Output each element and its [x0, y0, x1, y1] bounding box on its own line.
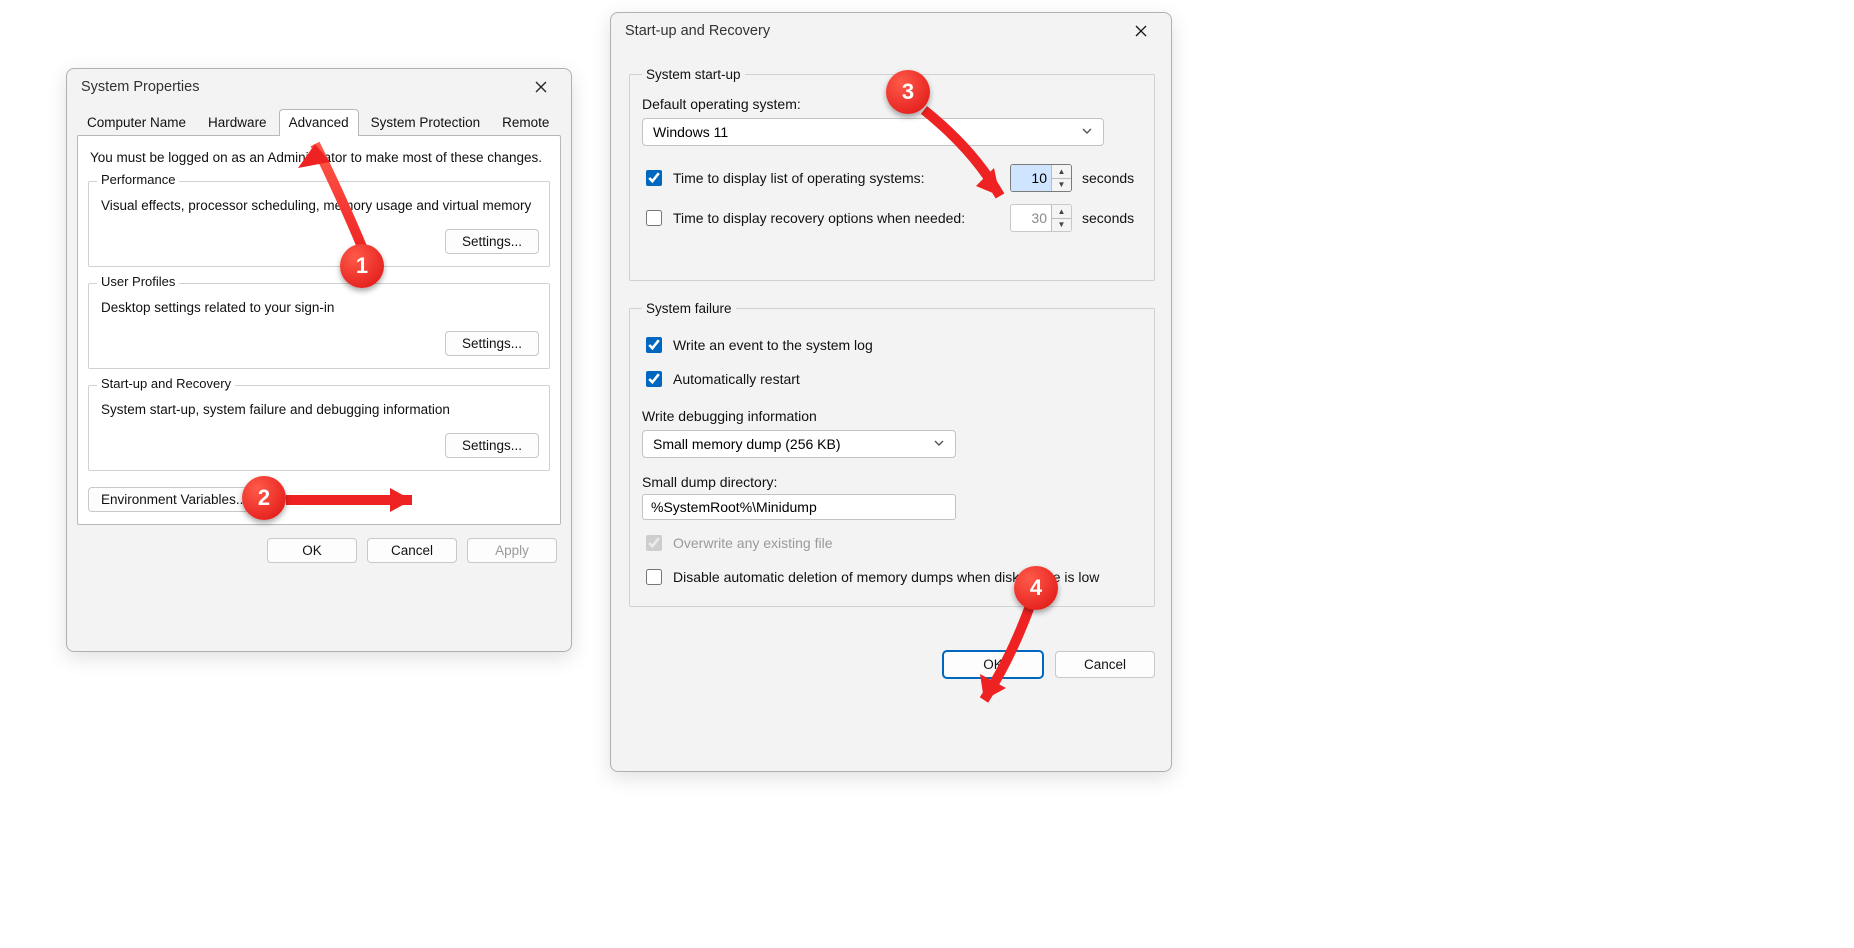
- tab-hardware[interactable]: Hardware: [198, 109, 277, 136]
- auto-restart-label: Automatically restart: [673, 371, 800, 387]
- debug-type-dropdown[interactable]: Small memory dump (256 KB): [642, 430, 956, 458]
- display-list-spinner[interactable]: 10 ▲▼: [1010, 164, 1072, 192]
- dialog-footer: OK Cancel Apply: [67, 530, 571, 577]
- annotation-marker-2: 2: [242, 476, 286, 520]
- group-startup-recovery: Start-up and Recovery System start-up, s…: [88, 385, 550, 471]
- tab-remote[interactable]: Remote: [492, 109, 559, 136]
- legend-performance: Performance: [97, 172, 179, 187]
- write-event-checkbox[interactable]: [646, 337, 662, 353]
- system-properties-dialog: System Properties Computer Name Hardware…: [66, 68, 572, 652]
- cancel-button[interactable]: Cancel: [367, 538, 457, 563]
- display-recovery-label: Time to display recovery options when ne…: [673, 210, 965, 226]
- display-list-label: Time to display list of operating system…: [673, 170, 925, 186]
- titlebar: Start-up and Recovery: [611, 13, 1171, 49]
- spinner-buttons[interactable]: ▲▼: [1051, 205, 1071, 231]
- write-debug-label: Write debugging information: [642, 408, 1142, 424]
- desc-startup-recovery: System start-up, system failure and debu…: [99, 394, 539, 433]
- settings-user-profiles-button[interactable]: Settings...: [445, 331, 539, 356]
- annotation-marker-1: 1: [340, 244, 384, 288]
- desc-user-profiles: Desktop settings related to your sign-in: [99, 292, 539, 331]
- write-event-label: Write an event to the system log: [673, 337, 873, 353]
- dump-dir-label: Small dump directory:: [642, 474, 1142, 490]
- default-os-value: Windows 11: [653, 124, 728, 140]
- disable-auto-delete-checkbox[interactable]: [646, 569, 662, 585]
- close-icon: [535, 81, 547, 93]
- cancel-button[interactable]: Cancel: [1055, 651, 1155, 678]
- environment-variables-button[interactable]: Environment Variables...: [88, 487, 260, 512]
- legend-startup-recovery: Start-up and Recovery: [97, 376, 235, 391]
- display-recovery-spinner[interactable]: 30 ▲▼: [1010, 204, 1072, 232]
- tab-page-advanced: You must be logged on as an Administrato…: [77, 135, 561, 525]
- admin-hint: You must be logged on as an Administrato…: [88, 146, 550, 175]
- group-user-profiles: User Profiles Desktop settings related t…: [88, 283, 550, 369]
- group-performance: Performance Visual effects, processor sc…: [88, 181, 550, 267]
- row-write-event: Write an event to the system log: [642, 334, 1142, 356]
- dialog-title: Start-up and Recovery: [621, 23, 770, 39]
- settings-startup-recovery-button[interactable]: Settings...: [445, 433, 539, 458]
- legend-system-failure: System failure: [642, 301, 736, 316]
- dialog-body: System start-up Default operating system…: [611, 49, 1171, 637]
- tab-strip: Computer Name Hardware Advanced System P…: [67, 109, 571, 136]
- dump-dir-value: %SystemRoot%\Minidump: [651, 499, 817, 515]
- close-button[interactable]: [1119, 17, 1163, 45]
- close-icon: [1135, 25, 1147, 37]
- row-display-recovery: Time to display recovery options when ne…: [642, 204, 1142, 232]
- legend-user-profiles: User Profiles: [97, 274, 179, 289]
- default-os-dropdown[interactable]: Windows 11: [642, 118, 1104, 146]
- titlebar: System Properties: [67, 69, 571, 105]
- legend-system-startup: System start-up: [642, 67, 745, 82]
- dialog-title: System Properties: [77, 79, 199, 95]
- dump-dir-input[interactable]: %SystemRoot%\Minidump: [642, 494, 956, 520]
- row-auto-restart: Automatically restart: [642, 368, 1142, 390]
- auto-restart-checkbox[interactable]: [646, 371, 662, 387]
- settings-performance-button[interactable]: Settings...: [445, 229, 539, 254]
- display-recovery-value: 30: [1011, 205, 1051, 231]
- ok-button[interactable]: OK: [943, 651, 1043, 678]
- tab-system-protection[interactable]: System Protection: [361, 109, 491, 136]
- chevron-down-icon: [1081, 124, 1093, 140]
- apply-button[interactable]: Apply: [467, 538, 557, 563]
- startup-recovery-dialog: Start-up and Recovery System start-up De…: [610, 12, 1172, 772]
- desc-performance: Visual effects, processor scheduling, me…: [99, 190, 539, 229]
- display-list-unit: seconds: [1082, 170, 1142, 186]
- annotation-marker-3: 3: [886, 70, 930, 114]
- display-list-checkbox[interactable]: [646, 170, 662, 186]
- overwrite-label: Overwrite any existing file: [673, 535, 833, 551]
- display-recovery-unit: seconds: [1082, 210, 1142, 226]
- overwrite-checkbox: [646, 535, 662, 551]
- annotation-marker-4: 4: [1014, 566, 1058, 610]
- spinner-buttons[interactable]: ▲▼: [1051, 165, 1071, 191]
- debug-type-value: Small memory dump (256 KB): [653, 436, 841, 452]
- ok-button[interactable]: OK: [267, 538, 357, 563]
- group-system-failure: System failure Write an event to the sys…: [629, 301, 1155, 607]
- dialog-footer: OK Cancel: [611, 637, 1171, 694]
- display-list-value: 10: [1011, 165, 1051, 191]
- chevron-down-icon: [933, 436, 945, 452]
- tab-computer-name[interactable]: Computer Name: [77, 109, 196, 136]
- close-button[interactable]: [519, 73, 563, 101]
- display-recovery-checkbox[interactable]: [646, 210, 662, 226]
- tab-advanced[interactable]: Advanced: [279, 109, 359, 136]
- row-display-list: Time to display list of operating system…: [642, 164, 1142, 192]
- row-disable-auto-delete: Disable automatic deletion of memory dum…: [642, 566, 1142, 588]
- row-overwrite: Overwrite any existing file: [642, 532, 1142, 554]
